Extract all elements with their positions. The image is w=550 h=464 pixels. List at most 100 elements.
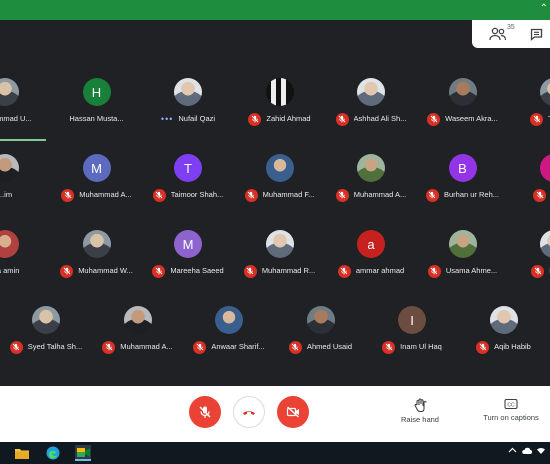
participant-tile[interactable]: H Hassan Musta... <box>53 71 141 133</box>
participant-avatar <box>265 230 294 258</box>
participant-avatar: M <box>174 230 202 258</box>
participant-name: Waseem Akra... <box>445 114 498 123</box>
meeting-header: 35 <box>0 20 550 68</box>
participant-avatar: a <box>357 230 385 258</box>
participant-avatar <box>448 230 477 258</box>
hand-icon <box>414 398 427 412</box>
participant-avatar <box>0 230 19 258</box>
participant-name: Anwaar Sharif... <box>211 342 265 351</box>
participant-name: ammar ahmad <box>355 266 405 275</box>
participant-name-row: Ashhad Ali Sh... <box>327 112 415 126</box>
svg-text:CC: CC <box>507 402 515 408</box>
participant-name: Muhammad A... <box>353 190 407 199</box>
participant-name-row: Burhan ur Reh... <box>419 188 507 202</box>
participant-name-row: Taimoor Shah... <box>144 188 232 202</box>
mic-off-icon <box>530 112 544 126</box>
participant-tile[interactable]: S Shab... <box>510 147 550 209</box>
mic-off-icon <box>152 264 166 278</box>
participant-tile[interactable]: B Burhan ur Reh... <box>419 147 507 209</box>
participant-name: Syed Talha Sh... <box>27 342 83 351</box>
participant-tile[interactable]: Zahid Ahmad <box>236 71 324 133</box>
people-button[interactable]: 35 <box>480 24 516 44</box>
participant-tile[interactable]: TALHA... <box>510 71 550 133</box>
participant-name: Burhan ur Reh... <box>443 190 500 199</box>
participant-tile[interactable]: M Mareeha Saeed <box>144 223 232 285</box>
participant-avatar: M <box>82 154 111 182</box>
participant-grid: Muhammad U... H Hassan Musta... ••• Nufail Q… <box>0 68 550 374</box>
participant-avatar <box>357 78 385 106</box>
participant-tile[interactable]: Waseem Akra... <box>419 71 507 133</box>
participant-tile[interactable]: Muhammad F... <box>236 147 324 209</box>
participant-name: ...a amin <box>0 266 20 275</box>
mic-off-icon <box>427 112 441 126</box>
participant-tile[interactable]: Muhammad U... <box>0 71 49 133</box>
audio-level-icon: ••• <box>160 114 174 124</box>
file-explorer-icon[interactable] <box>14 445 30 461</box>
participant-tile[interactable]: Ahmed Usaid <box>277 299 365 361</box>
participant-avatar: B <box>448 154 477 182</box>
participant-tile[interactable]: Muhammad A... <box>94 299 182 361</box>
chevron-up-icon[interactable]: ⌃ <box>540 3 548 15</box>
participant-name-row: ••• Nufail Qazi <box>144 112 232 126</box>
participant-name-row: Anwaar Sharif... <box>185 340 273 354</box>
participant-tile[interactable]: Muhammad A... <box>327 147 415 209</box>
participant-tile[interactable]: ...im <box>0 147 49 209</box>
participant-tile[interactable]: I Inam Ul Haq <box>368 299 456 361</box>
leave-call-button[interactable] <box>233 396 265 428</box>
google-meet-taskbar-icon[interactable] <box>75 445 91 461</box>
cloud-icon[interactable] <box>521 446 532 455</box>
participant-name: Mareeha Saeed <box>170 266 224 275</box>
mic-off-icon <box>288 340 302 354</box>
participant-tile[interactable]: T Taimoor Shah... <box>144 147 232 209</box>
participant-name: Muhammad W... <box>78 266 133 275</box>
participant-name: Muhammad R... <box>261 266 316 275</box>
participant-tile[interactable]: Anwaar Sharif... <box>185 299 273 361</box>
captions-label: Turn on captions <box>483 413 539 422</box>
participant-tile[interactable]: Syed Talha Sh... <box>2 299 90 361</box>
wifi-icon[interactable] <box>536 446 546 455</box>
participant-tile[interactable]: M Muhammad A... <box>53 147 141 209</box>
participant-tile[interactable]: Muhammad W... <box>53 223 141 285</box>
participant-name-row: Aqib Habib <box>460 340 548 354</box>
participant-avatar <box>448 78 477 106</box>
chevron-up-tray-icon[interactable] <box>508 446 517 455</box>
participant-tile[interactable]: Muhammad R... <box>236 223 324 285</box>
participant-avatar <box>0 78 19 106</box>
raise-hand-button[interactable]: Raise hand <box>398 398 442 424</box>
mic-off-icon <box>335 188 349 202</box>
participant-name: Hassan Musta... <box>69 114 124 123</box>
camera-toggle-button[interactable] <box>277 396 309 428</box>
participant-avatar <box>123 306 152 334</box>
mic-off-icon <box>531 264 545 278</box>
chat-button[interactable] <box>526 24 546 44</box>
participant-name: Muhammad F... <box>262 190 315 199</box>
mic-off-icon <box>102 340 116 354</box>
mic-off-icon <box>425 188 439 202</box>
control-bar: Raise hand CC Turn on captions <box>0 386 550 442</box>
participant-tile[interactable]: a ammar ahmad <box>327 223 415 285</box>
participant-tile[interactable]: Ashhad Ali Sh... <box>327 71 415 133</box>
participant-avatar <box>265 78 294 106</box>
microphone-toggle-button[interactable] <box>189 396 221 428</box>
participant-avatar <box>82 230 111 258</box>
windows-taskbar <box>0 442 550 464</box>
participant-name: Nufail Qazi <box>178 114 216 123</box>
participant-avatar <box>357 154 385 182</box>
mic-off-icon <box>193 340 207 354</box>
participant-name-row: Muhammad A... <box>94 340 182 354</box>
edge-browser-icon[interactable] <box>45 445 61 461</box>
participant-tile[interactable]: Usama Ahme... <box>419 223 507 285</box>
participant-tile[interactable]: ...a amin <box>0 223 49 285</box>
participant-tile[interactable]: ••• Nufail Qazi <box>144 71 232 133</box>
participant-tile[interactable]: Aqib Habib <box>460 299 548 361</box>
mic-off-icon <box>61 188 75 202</box>
participant-name-row: Muhammad R... <box>236 264 324 278</box>
meeting-status-bar: ⌃ <box>0 0 550 20</box>
participant-tile[interactable]: Fahad... <box>510 223 550 285</box>
participant-avatar <box>0 154 19 182</box>
participant-avatar: T <box>174 154 202 182</box>
chat-icon <box>530 28 542 41</box>
participant-name: Aqib Habib <box>494 342 531 351</box>
mic-off-icon <box>152 188 166 202</box>
captions-button[interactable]: CC Turn on captions <box>478 398 544 422</box>
